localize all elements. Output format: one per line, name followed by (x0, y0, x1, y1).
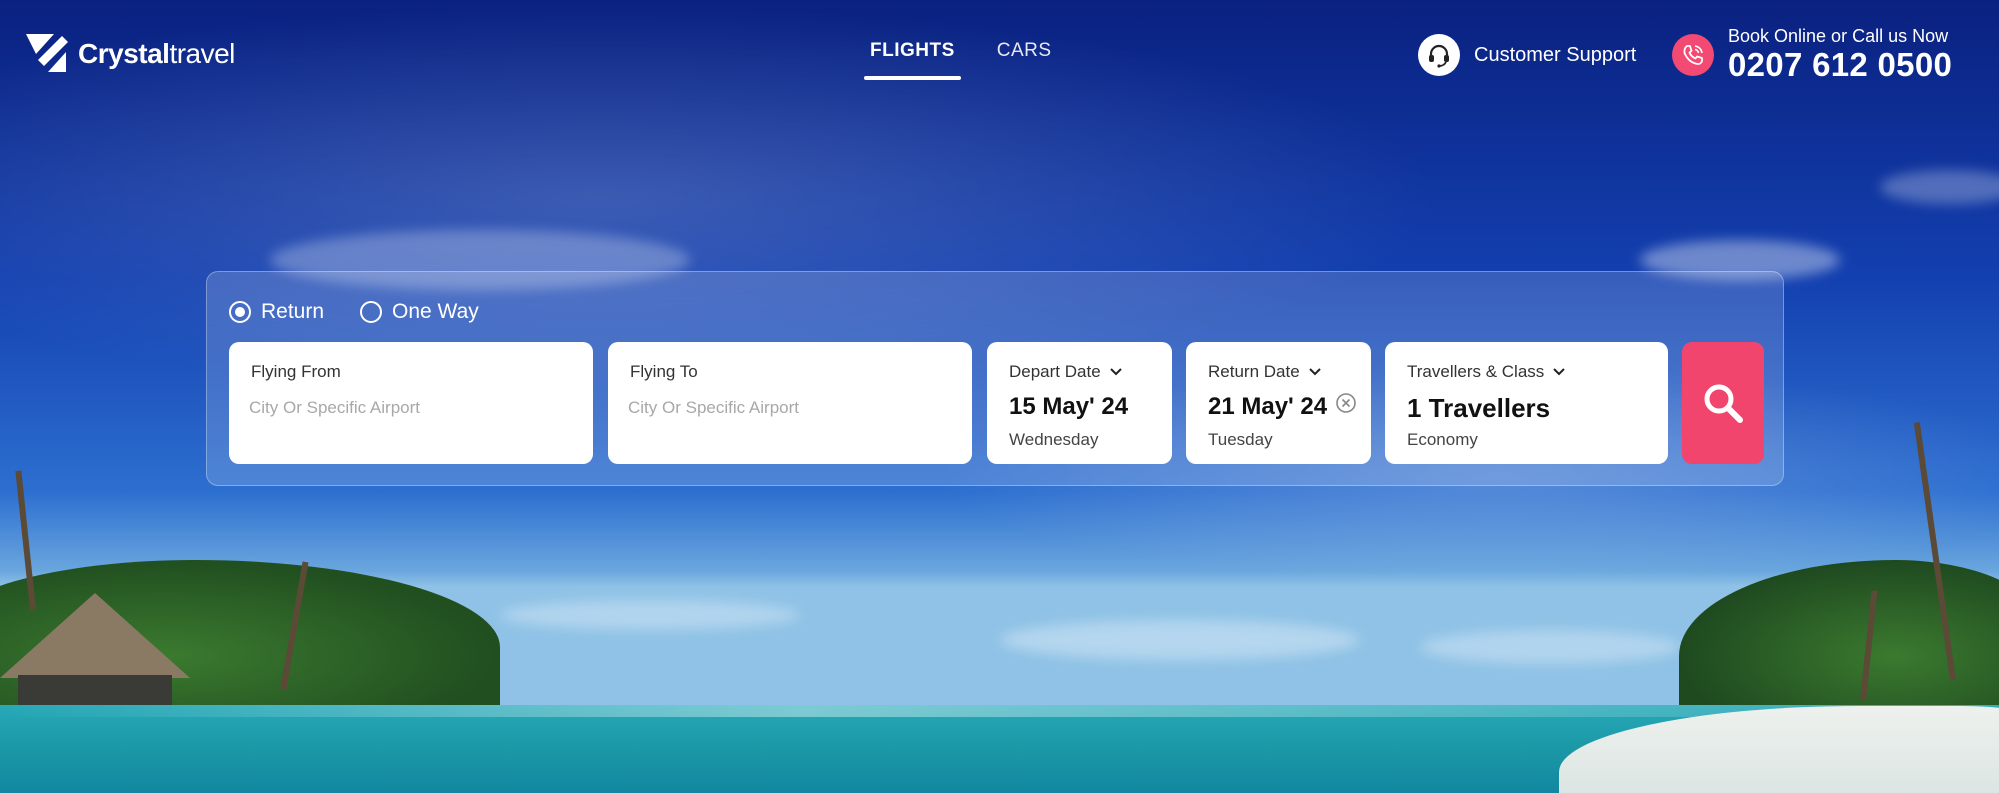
return-date-value: 21 May' 24 (1208, 393, 1328, 420)
return-date-label-text: Return Date (1208, 362, 1300, 381)
depart-date-label: Depart Date (1009, 362, 1123, 382)
flying-to-label: Flying To (630, 362, 698, 381)
chevron-down-icon[interactable] (1308, 367, 1322, 377)
magnifier-icon (1704, 384, 1743, 423)
beach-hut (0, 593, 190, 713)
return-date-label: Return Date (1208, 362, 1322, 382)
flying-from-input[interactable] (249, 398, 573, 418)
depart-date-field[interactable]: Depart Date 15 May' 24 Wednesday (987, 342, 1172, 464)
cabin-class: Economy (1407, 430, 1478, 449)
travellers-class-label: Travellers & Class (1407, 362, 1566, 382)
radio-one-way[interactable]: One Way (360, 300, 479, 324)
travellers-class-field[interactable]: Travellers & Class 1 Travellers Economy (1385, 342, 1668, 464)
main-nav: FLIGHTS CARS (864, 40, 1052, 80)
phone-number[interactable]: 0207 612 0500 (1728, 46, 1952, 84)
depart-day: Wednesday (1009, 430, 1099, 449)
flight-search-panel: Return One Way Flying From Flying To Dep… (206, 271, 1784, 486)
flying-to-input[interactable] (628, 398, 952, 418)
customer-support-link[interactable]: Customer Support (1418, 34, 1636, 76)
radio-checked-icon (229, 301, 251, 323)
travellers-count: 1 Travellers (1407, 393, 1551, 423)
brand-name-light: travel (169, 38, 235, 69)
customer-support-label: Customer Support (1474, 43, 1637, 66)
radio-return-label: Return (261, 300, 325, 323)
flying-from-label: Flying From (251, 362, 341, 381)
tab-flights[interactable]: FLIGHTS (864, 40, 961, 80)
trip-type-selector: Return One Way (229, 300, 479, 324)
depart-date-value: 15 May' 24 (1009, 393, 1129, 420)
call-text: Book Online or Call us Now 0207 612 0500 (1728, 26, 1952, 84)
brand-name: Crystaltravel (78, 38, 235, 70)
return-date-field[interactable]: Return Date 21 May' 24 Tuesday (1186, 342, 1371, 464)
radio-return[interactable]: Return (229, 300, 324, 324)
radio-one-way-label: One Way (392, 300, 479, 323)
tab-cars[interactable]: CARS (997, 40, 1052, 80)
crystal-logo-icon (26, 34, 68, 72)
radio-unchecked-icon (360, 301, 383, 323)
brand-logo[interactable]: Crystaltravel (24, 32, 235, 76)
cloud (1000, 620, 1360, 660)
return-day: Tuesday (1208, 430, 1273, 449)
depart-date-label-text: Depart Date (1009, 362, 1101, 381)
flying-from-field[interactable]: Flying From (229, 342, 593, 464)
brand-name-bold: Crystal (78, 38, 170, 69)
chevron-down-icon[interactable] (1109, 367, 1123, 377)
travellers-class-label-text: Travellers & Class (1407, 362, 1545, 381)
call-caption: Book Online or Call us Now (1728, 26, 1949, 46)
flying-to-field[interactable]: Flying To (608, 342, 972, 464)
call-us[interactable]: Book Online or Call us Now 0207 612 0500 (1672, 26, 1952, 84)
clear-date-icon[interactable] (1335, 392, 1357, 414)
cloud (500, 600, 800, 630)
phone-icon (1672, 34, 1714, 76)
search-button[interactable] (1682, 342, 1764, 464)
chevron-down-icon[interactable] (1552, 367, 1566, 377)
headset-icon (1418, 34, 1460, 76)
cloud (1420, 630, 1680, 664)
